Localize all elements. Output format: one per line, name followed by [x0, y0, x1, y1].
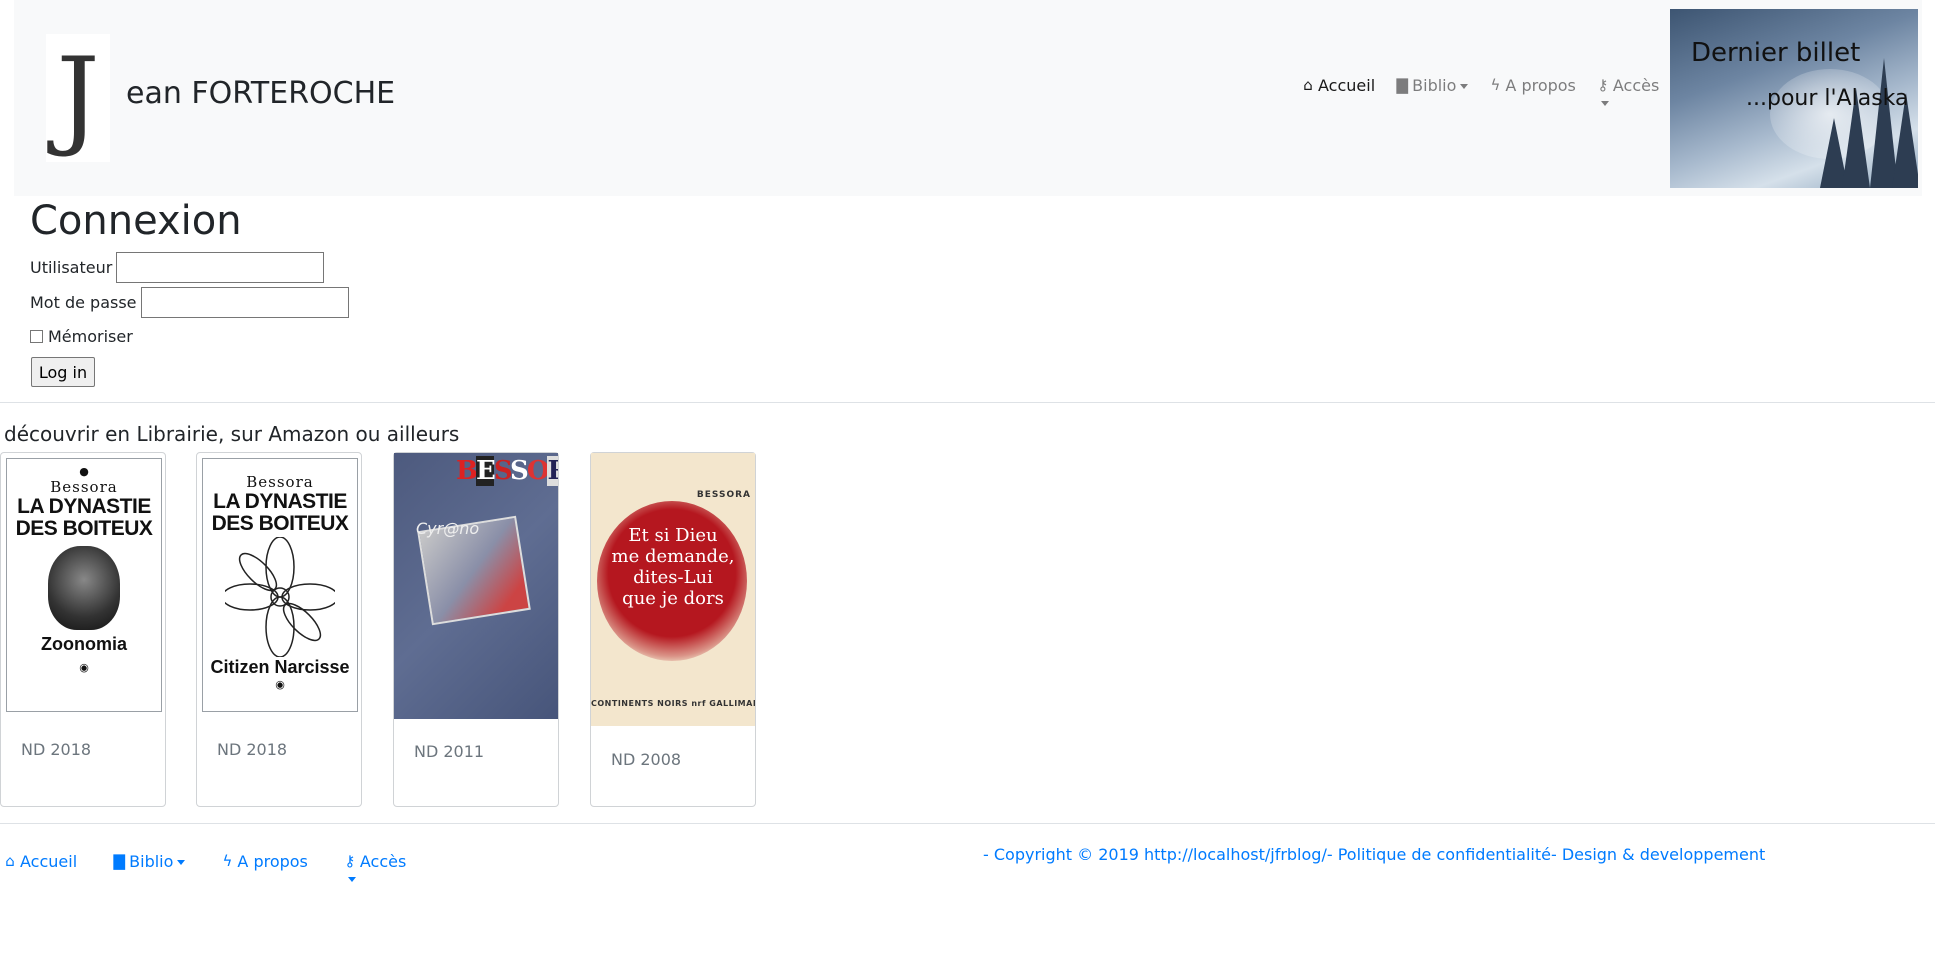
username-label: Utilisateur	[30, 258, 113, 277]
footer-nav-biblio-label: Biblio	[129, 852, 174, 871]
chevron-down-icon	[1460, 84, 1469, 89]
cover-author: Bessora	[50, 478, 118, 496]
book-card[interactable]: Bessora LA DYNASTIE DES BOITEUX Citizen …	[196, 452, 362, 807]
cover-author: Bessora	[246, 473, 314, 491]
cover-title: DES BOITEUX	[211, 512, 349, 535]
home-icon: ⌂	[1303, 76, 1313, 94]
cover-subtitle: Zoonomia	[41, 634, 127, 654]
home-icon: ⌂	[5, 852, 15, 870]
remember-row: Mémoriser	[30, 327, 133, 346]
nav-acces-label: Accès	[1612, 76, 1660, 95]
cover-author: BESSORa	[456, 456, 558, 486]
cover-title: LA DYNASTIE	[213, 490, 347, 513]
login-title: Connexion	[30, 198, 242, 244]
chevron-down-icon	[347, 877, 356, 882]
book-year: ND 2008	[611, 750, 682, 769]
nav-apropos-label: A propos	[1505, 76, 1576, 95]
footer-nav: ⌂ Accueil ▇ Biblio ϟ A propos ⚷ Accès	[0, 852, 438, 882]
divider	[0, 823, 1935, 824]
footer-nav-biblio-dropdown[interactable]: ▇ Biblio	[109, 852, 186, 882]
banner-subtitle: ...pour l'Alaska	[1746, 86, 1909, 111]
books-heading: découvrir en Librairie, sur Amazon ou ai…	[4, 422, 460, 446]
password-row: Mot de passe	[30, 287, 349, 318]
footer-nav-acces-dropdown[interactable]: ⚷ Accès	[340, 852, 406, 882]
nav-accueil-label: Accueil	[1318, 76, 1376, 95]
book-icon: ▇	[113, 852, 125, 870]
remember-label[interactable]: Mémoriser	[48, 327, 133, 346]
banner-title: Dernier billet	[1691, 38, 1861, 68]
nav-acces-dropdown[interactable]: ⚷ Accès	[1593, 76, 1659, 106]
cover-author: BESSORA	[696, 490, 751, 500]
footer-nav-accueil[interactable]: ⌂ Accueil	[0, 852, 77, 882]
book-year: ND 2018	[21, 740, 92, 759]
remember-checkbox[interactable]	[30, 330, 43, 343]
last-post-banner[interactable]: Dernier billet ...pour l'Alaska	[1670, 9, 1918, 188]
cover-title: Et si Dieu me demande, dites-Lui que je …	[611, 525, 735, 609]
cover-subtitle: Citizen Narcisse	[210, 657, 350, 677]
book-cover[interactable]: ● Bessora LA DYNASTIE DES BOITEUX Zoonom…	[6, 458, 162, 712]
login-button[interactable]: Log in	[31, 357, 95, 387]
cover-title: Cyr@no	[416, 519, 480, 538]
brand-name[interactable]: ean FORTEROCHE	[126, 76, 395, 111]
main-nav: ⌂ Accueil ▇ Biblio ϟ A propos ⚷ Accès	[1298, 76, 1676, 106]
nav-biblio-label: Biblio	[1412, 76, 1457, 95]
username-input[interactable]	[116, 252, 325, 283]
navbar: J ean FORTEROCHE ⌂ Accueil ▇ Biblio ϟ A …	[14, 0, 1922, 196]
brand-logo[interactable]: J	[46, 34, 110, 162]
chevron-down-icon	[1600, 101, 1609, 106]
footer-nav-accueil-label: Accueil	[20, 852, 78, 871]
gorilla-illustration	[48, 546, 120, 630]
book-year: ND 2018	[217, 740, 288, 759]
divider	[0, 402, 1935, 403]
book-card[interactable]: BESSORa Cyr@no ND 2011	[393, 452, 559, 807]
brand-logo-initial: J	[56, 35, 100, 160]
bolt-icon: ϟ	[1490, 76, 1501, 94]
book-cover[interactable]: BESSORa Cyr@no	[394, 453, 558, 719]
footer-nav-apropos[interactable]: ϟ A propos	[217, 852, 307, 882]
book-cover[interactable]: BESSORA Et si Dieu me demande, dites-Lui…	[591, 453, 755, 726]
nav-apropos[interactable]: ϟ A propos	[1485, 76, 1575, 106]
password-input[interactable]	[140, 287, 349, 318]
publisher-logo-icon: ◉	[79, 661, 89, 674]
book-icon: ▇	[1396, 76, 1408, 94]
publisher-logo-icon: ◉	[275, 678, 285, 691]
footer-nav-acces-label: Accès	[359, 852, 407, 871]
chevron-down-icon	[177, 860, 186, 865]
nav-accueil[interactable]: ⌂ Accueil	[1298, 76, 1375, 106]
key-icon: ⚷	[344, 852, 356, 870]
copyright-links[interactable]: - Copyright © 2019 http://localhost/jfrb…	[983, 845, 1765, 864]
bolt-icon: ϟ	[222, 852, 233, 870]
book-year: ND 2011	[414, 742, 485, 761]
flower-illustration	[221, 536, 339, 658]
cover-publisher: CONTINENTS NOIRS nrf GALLIMARD	[591, 699, 755, 708]
nav-biblio-dropdown[interactable]: ▇ Biblio	[1392, 76, 1469, 106]
book-card[interactable]: ● Bessora LA DYNASTIE DES BOITEUX Zoonom…	[0, 452, 166, 807]
key-icon: ⚷	[1597, 76, 1609, 94]
publisher-logo-icon: ●	[79, 465, 89, 478]
footer-nav-apropos-label: A propos	[237, 852, 308, 871]
cover-title: LA DYNASTIE	[17, 495, 151, 518]
book-cover[interactable]: Bessora LA DYNASTIE DES BOITEUX Citizen …	[202, 458, 358, 712]
username-row: Utilisateur	[30, 252, 325, 283]
cover-title: DES BOITEUX	[15, 517, 153, 540]
password-label: Mot de passe	[30, 293, 137, 312]
book-card[interactable]: BESSORA Et si Dieu me demande, dites-Lui…	[590, 452, 756, 807]
